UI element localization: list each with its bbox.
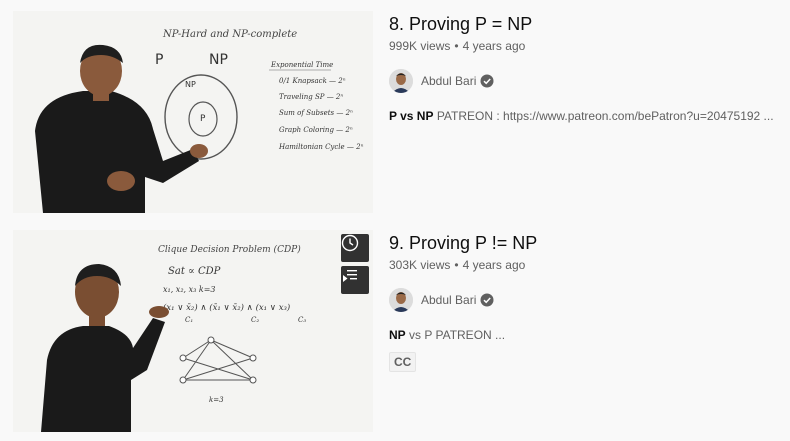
dot-separator: • (454, 39, 459, 53)
video-description: P vs NP PATREON : https://www.patreon.co… (389, 107, 789, 125)
channel-name[interactable]: Abdul Bari (421, 74, 476, 88)
clock-icon (341, 234, 359, 252)
wb-list-3: Graph Coloring — 2ⁿ (279, 126, 353, 134)
thumbnail-image: NP-Hard and NP-complete P NP NP P Expone… (13, 11, 373, 213)
channel-link[interactable]: Abdul Bari (389, 69, 789, 93)
desc-highlight: P vs NP (389, 109, 434, 123)
video-title[interactable]: 9. Proving P != NP (389, 230, 789, 256)
thumbnail-image: Clique Decision Problem (CDP) Sat ∝ CDP … (13, 230, 373, 432)
wb-list-title: Exponential Time (270, 61, 333, 69)
video-stats: 999K views • 4 years ago (389, 37, 789, 55)
wb-list-4: Hamiltonian Cycle — 2ⁿ (278, 143, 364, 151)
wb-outer: NP (185, 80, 196, 89)
video-meta: 9. Proving P != NP 303K views • 4 years … (389, 230, 789, 372)
verified-badge-icon (480, 293, 494, 307)
channel-name[interactable]: Abdul Bari (421, 293, 476, 307)
wb-clause-2: C₃ (298, 316, 306, 324)
wb-p: P (155, 52, 163, 68)
watch-later-button[interactable] (341, 234, 369, 262)
desc-text: PATREON : https://www.patreon.com/bePatr… (433, 109, 774, 123)
avatar[interactable] (389, 69, 413, 93)
upload-age: 4 years ago (462, 39, 526, 53)
wb-heading: Clique Decision Problem (CDP) (158, 244, 301, 255)
video-thumbnail[interactable]: Clique Decision Problem (CDP) Sat ∝ CDP … (13, 230, 373, 432)
wb-clause-0: C₁ (185, 316, 193, 324)
desc-text: vs P PATREON ... (405, 328, 506, 342)
desc-highlight: NP (389, 328, 406, 342)
wb-np: NP (209, 52, 228, 68)
queue-icon (343, 270, 357, 282)
wb-inner: P (200, 114, 206, 124)
upload-age: 4 years ago (462, 258, 526, 272)
add-to-queue-button[interactable] (341, 266, 369, 294)
channel-link[interactable]: Abdul Bari (389, 288, 789, 312)
wb-line2: x₁, x₂, x₃ k=3 (163, 285, 216, 294)
video-meta: 8. Proving P = NP 999K views • 4 years a… (389, 11, 789, 125)
view-count: 303K views (389, 258, 451, 272)
wb-list-0: 0/1 Knapsack — 2ⁿ (279, 77, 346, 85)
wb-heading: NP-Hard and NP-complete (162, 29, 297, 40)
video-result: Clique Decision Problem (CDP) Sat ∝ CDP … (13, 230, 790, 432)
video-result: NP-Hard and NP-complete P NP NP P Expone… (13, 11, 790, 213)
wb-list-2: Sum of Subsets — 2ⁿ (279, 109, 353, 117)
wb-bottom: k=3 (209, 396, 224, 404)
view-count: 999K views (389, 39, 451, 53)
wb-list-1: Traveling SP — 2ⁿ (279, 93, 343, 101)
wb-formula: (x₁ ∨ x̄₂) ∧ (x̄₁ ∨ x̄₂) ∧ (x₁ ∨ x₃) (163, 302, 290, 313)
video-title[interactable]: 8. Proving P = NP (389, 11, 789, 37)
avatar[interactable] (389, 288, 413, 312)
dot-separator: • (454, 258, 459, 272)
verified-badge-icon (480, 74, 494, 88)
video-stats: 303K views • 4 years ago (389, 256, 789, 274)
wb-line1: Sat ∝ CDP (168, 266, 221, 277)
video-thumbnail[interactable]: NP-Hard and NP-complete P NP NP P Expone… (13, 11, 373, 213)
cc-badge: CC (389, 352, 417, 372)
wb-clause-1: C₂ (251, 316, 259, 324)
video-description: NP vs P PATREON ... (389, 326, 789, 344)
